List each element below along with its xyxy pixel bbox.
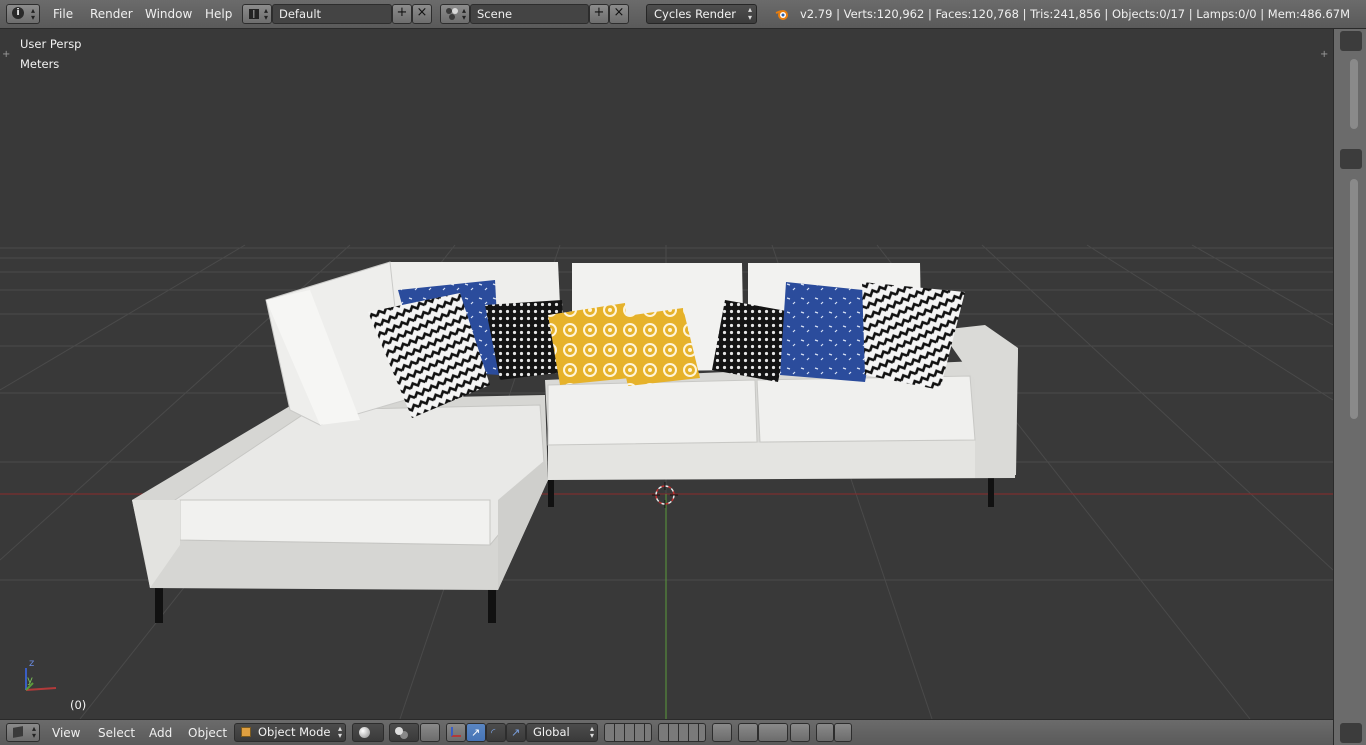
translate-icon (451, 727, 461, 737)
add-layout-button[interactable]: + (392, 4, 412, 24)
manipulator-toggle[interactable] (420, 723, 440, 742)
menu-select[interactable]: Select (98, 726, 135, 740)
properties-expand-icon[interactable]: + (1320, 49, 1328, 60)
info-icon: i (12, 7, 24, 19)
chevron-updown-icon: ▴ ▾ (263, 6, 268, 22)
pillow-yellow-left (548, 303, 630, 385)
object-mode-icon (241, 727, 251, 737)
editor-type-info-button[interactable]: i ▴ ▾ (6, 4, 40, 24)
pillow-dots-right (712, 300, 792, 382)
menu-file[interactable]: File (53, 7, 73, 21)
right-editors-strip (1333, 29, 1366, 745)
frame-number-label: (0) (70, 698, 87, 712)
pivot-icon (395, 727, 403, 735)
toolshelf-expand-icon[interactable]: + (2, 49, 10, 60)
menu-help[interactable]: Help (205, 7, 232, 21)
render-animation-button[interactable] (834, 723, 852, 742)
editor-type-3dview-button[interactable]: ▴ ▾ (6, 723, 40, 742)
remove-layout-button[interactable]: × (412, 4, 432, 24)
scale-icon: ↗ (511, 726, 521, 739)
snap-element-dropdown[interactable] (758, 723, 788, 742)
add-scene-button[interactable]: + (589, 4, 609, 24)
outliner-scrollbar[interactable] (1350, 59, 1358, 129)
3d-viewport[interactable]: User Persp Meters (0) z y + + (0, 29, 1333, 719)
menu-view[interactable]: View (52, 726, 80, 740)
chevron-updown-icon: ▴ ▾ (30, 6, 35, 22)
screen-layout-name-field[interactable]: Default (272, 4, 392, 24)
interaction-mode-dropdown[interactable]: Object Mode ▴ ▾ (234, 723, 346, 742)
scene-statistics: v2.79 | Verts:120,962 | Faces:120,768 | … (800, 7, 1351, 21)
transform-orientation-label: Global (533, 725, 570, 739)
render-engine-label: Cycles Render (654, 7, 737, 21)
manipulator-translate-active[interactable]: ↗ (466, 723, 486, 742)
3d-cursor-icon (652, 482, 678, 508)
screen-layout-selector[interactable]: ▴ ▾ (242, 4, 272, 24)
viewport-scene (0, 244, 1333, 719)
scene-selector[interactable]: ▴ ▾ (440, 4, 470, 24)
manipulator-translate[interactable] (446, 723, 466, 742)
chevron-updown-icon: ▴ ▾ (747, 5, 752, 22)
remove-scene-button[interactable]: × (609, 4, 629, 24)
gizmo-z-label: z (29, 658, 35, 669)
transform-orientation-dropdown[interactable]: Global ▴ ▾ (526, 723, 598, 742)
properties-scrollbar[interactable] (1350, 179, 1358, 419)
menu-object[interactable]: Object (188, 726, 227, 740)
render-image-button[interactable] (816, 723, 834, 742)
chevron-updown-icon: ▴ ▾ (461, 6, 466, 22)
menu-add[interactable]: Add (149, 726, 172, 740)
units-label: Meters (20, 57, 60, 71)
snap-target-button[interactable] (790, 723, 810, 742)
top-header: i ▴ ▾ File Render Window Help ▴ ▾ Default … (0, 0, 1366, 29)
lock-camera-layers-button[interactable] (712, 723, 732, 742)
chevron-updown-icon: ▴ ▾ (31, 724, 36, 740)
screen-layout-icon (249, 9, 259, 19)
render-engine-dropdown[interactable]: Cycles Render ▴ ▾ (646, 4, 757, 24)
pivot-point-dropdown[interactable] (389, 723, 419, 742)
interaction-mode-label: Object Mode (258, 725, 331, 739)
viewport-header: ▴ ▾ View Select Add Object Object Mode ▴ ▾… (0, 719, 1333, 745)
layer-buttons-group-1[interactable] (604, 723, 652, 742)
3d-view-icon (13, 726, 23, 738)
rotate-icon: ◜ (491, 726, 496, 739)
scene-icon (446, 8, 452, 14)
chevron-updown-icon: ▴ ▾ (589, 724, 594, 740)
manipulator-rotate[interactable]: ◜ (486, 723, 506, 742)
properties-bottom-icon[interactable] (1340, 723, 1362, 743)
manipulator-scale[interactable]: ↗ (506, 723, 526, 742)
shading-sphere-icon (359, 727, 370, 738)
arrow-icon: ↗ (471, 726, 481, 739)
proportional-editing-button[interactable] (738, 723, 758, 742)
viewport-shading-dropdown[interactable] (352, 723, 384, 742)
properties-editor-icon[interactable] (1340, 149, 1362, 169)
blender-logo-icon (775, 7, 789, 21)
layer-buttons-group-2[interactable] (658, 723, 706, 742)
view-perspective-label: User Persp (20, 37, 82, 51)
scene-name-field[interactable]: Scene (470, 4, 589, 24)
gizmo-y-label: y (27, 675, 33, 686)
chevron-updown-icon: ▴ ▾ (337, 724, 342, 740)
menu-render[interactable]: Render (90, 7, 133, 21)
outliner-editor-icon[interactable] (1340, 31, 1362, 51)
menu-window[interactable]: Window (145, 7, 192, 21)
